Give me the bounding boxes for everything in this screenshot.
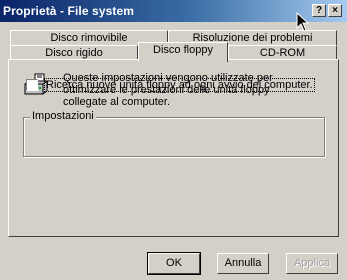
- floppy-scan-checkbox[interactable]: [26, 79, 38, 91]
- tab-disco-floppy[interactable]: Disco floppy: [138, 42, 228, 62]
- apply-button[interactable]: Applica: [286, 253, 338, 274]
- ok-button[interactable]: OK: [147, 252, 201, 275]
- mouse-cursor-icon: [296, 12, 310, 32]
- cancel-button[interactable]: Annulla: [217, 253, 269, 274]
- close-button[interactable]: ×: [328, 4, 342, 17]
- settings-groupbox: Impostazioni: [23, 110, 325, 157]
- help-button[interactable]: ?: [312, 4, 326, 17]
- title-bar[interactable]: Proprietà - File system ? ×: [0, 0, 347, 22]
- floppy-scan-checkbox-label[interactable]: Ricerca nuove unità floppy ad ogni avvio…: [44, 78, 315, 92]
- settings-group-label: Impostazioni: [30, 110, 96, 122]
- properties-window: Proprietà - File system ? × Disco rimovi…: [0, 0, 347, 280]
- window-title: Proprietà - File system: [3, 4, 135, 18]
